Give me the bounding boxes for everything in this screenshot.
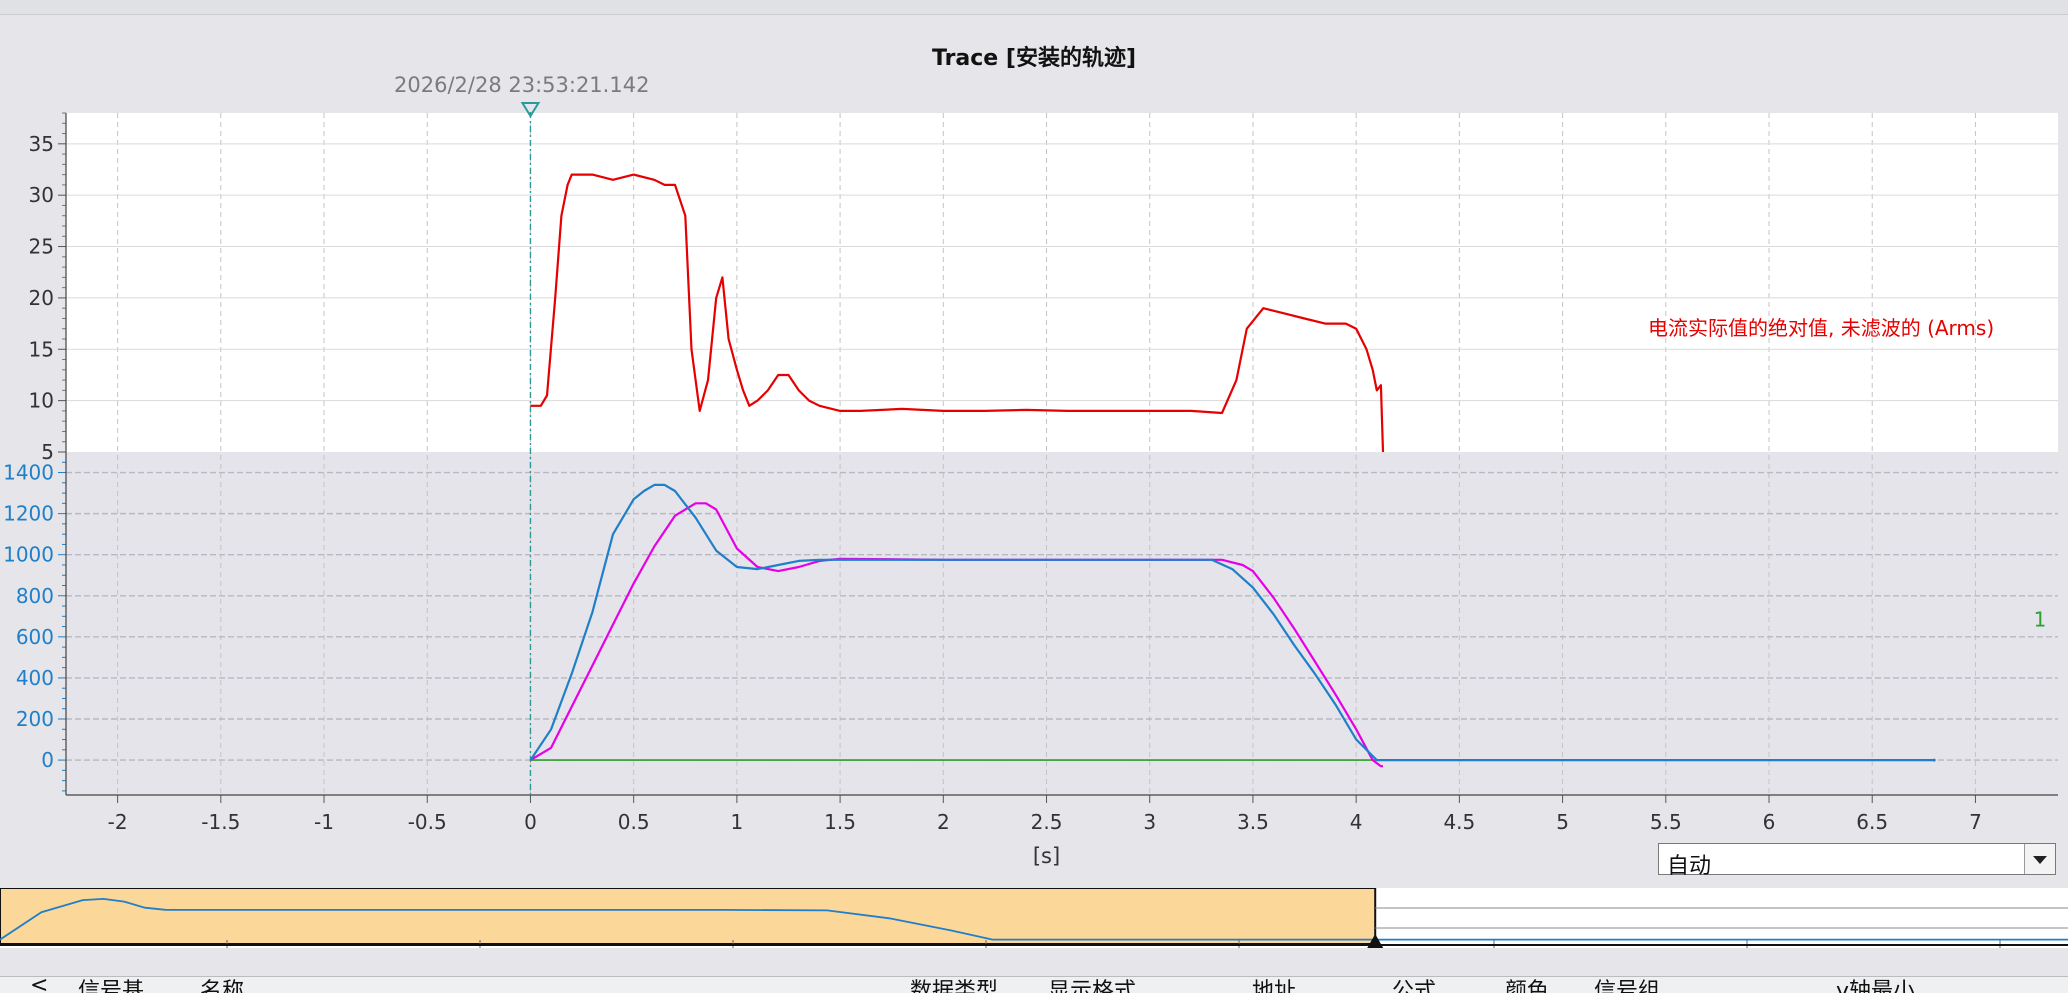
x-tick-label: 3.5 (1237, 810, 1269, 834)
lower-y-tick-label: 1400 (3, 461, 54, 485)
lower-y-tick-label: 600 (16, 625, 54, 649)
table-header-cell[interactable]: 显示格式 (1048, 977, 1136, 993)
x-tick-label: 2 (937, 810, 950, 834)
table-header-cell[interactable]: < (30, 977, 48, 993)
lower-y-tick-label: 200 (16, 707, 54, 731)
table-header-cell[interactable]: y轴最小 (1836, 977, 1915, 993)
table-header-cell[interactable]: 名称 (200, 977, 244, 993)
overview-strip[interactable] (0, 888, 2068, 948)
x-tick-label: -2 (108, 810, 128, 834)
chevron-down-icon[interactable] (2024, 844, 2055, 874)
mode-select[interactable]: 自动 (1658, 843, 2056, 879)
table-header-cell[interactable]: 公式 (1392, 977, 1436, 993)
x-tick-label: 5.5 (1650, 810, 1682, 834)
lower-y-tick-label: 400 (16, 666, 54, 690)
lower-y-tick-label: 1000 (3, 543, 54, 567)
table-header-cell[interactable]: 数据类型 (910, 977, 998, 993)
x-tick-label: 6.5 (1856, 810, 1888, 834)
lower-y-tick-label: 800 (16, 584, 54, 608)
x-tick-label: 1.5 (824, 810, 856, 834)
upper-y-tick-label: 15 (29, 337, 54, 361)
x-tick-label: 0 (524, 810, 537, 834)
x-tick-label: 2.5 (1031, 810, 1063, 834)
upper-plot-area (66, 113, 2058, 452)
overview-window (0, 888, 1377, 945)
x-axis-label: [s] (1033, 844, 1060, 868)
x-tick-label: 6 (1763, 810, 1776, 834)
table-header-cell[interactable]: 地址 (1252, 977, 1296, 993)
upper-y-tick-label: 10 (29, 389, 54, 413)
table-header-cell[interactable]: 信号基 (78, 977, 144, 993)
upper-y-tick-label: 35 (29, 132, 54, 156)
mode-select-value: 自动 (1667, 854, 1712, 879)
upper-y-tick-label: 30 (29, 183, 54, 207)
series-end-point (1932, 758, 1936, 762)
x-tick-label: 3 (1143, 810, 1156, 834)
upper-y-tick-label: 20 (29, 286, 54, 310)
table-header-cell[interactable]: 信号组 (1594, 977, 1660, 993)
x-tick-label: -1.5 (201, 810, 240, 834)
x-tick-label: 7 (1969, 810, 1982, 834)
lower-axis-marker: 1 (2034, 608, 2047, 632)
signal-table-header: < 信号基 名称 数据类型 显示格式 地址 公式 颜色 信号组 y轴最小 (0, 976, 2068, 993)
lower-y-tick-label: 0 (41, 748, 54, 772)
x-tick-label: 4.5 (1443, 810, 1475, 834)
x-tick-label: 4 (1350, 810, 1363, 834)
lower-plot-area (66, 452, 2058, 795)
x-tick-label: 0.5 (618, 810, 650, 834)
x-tick-label: 5 (1556, 810, 1569, 834)
x-tick-label: 1 (731, 810, 744, 834)
table-header-cell[interactable]: 颜色 (1505, 977, 1549, 993)
x-tick-label: -1 (314, 810, 334, 834)
upper-y-tick-label: 25 (29, 235, 54, 259)
lower-y-tick-label: 1200 (3, 502, 54, 526)
series-label-current: 电流实际值的绝对值, 未滤波的 (Arms) (1648, 316, 1995, 340)
x-tick-label: -0.5 (408, 810, 447, 834)
